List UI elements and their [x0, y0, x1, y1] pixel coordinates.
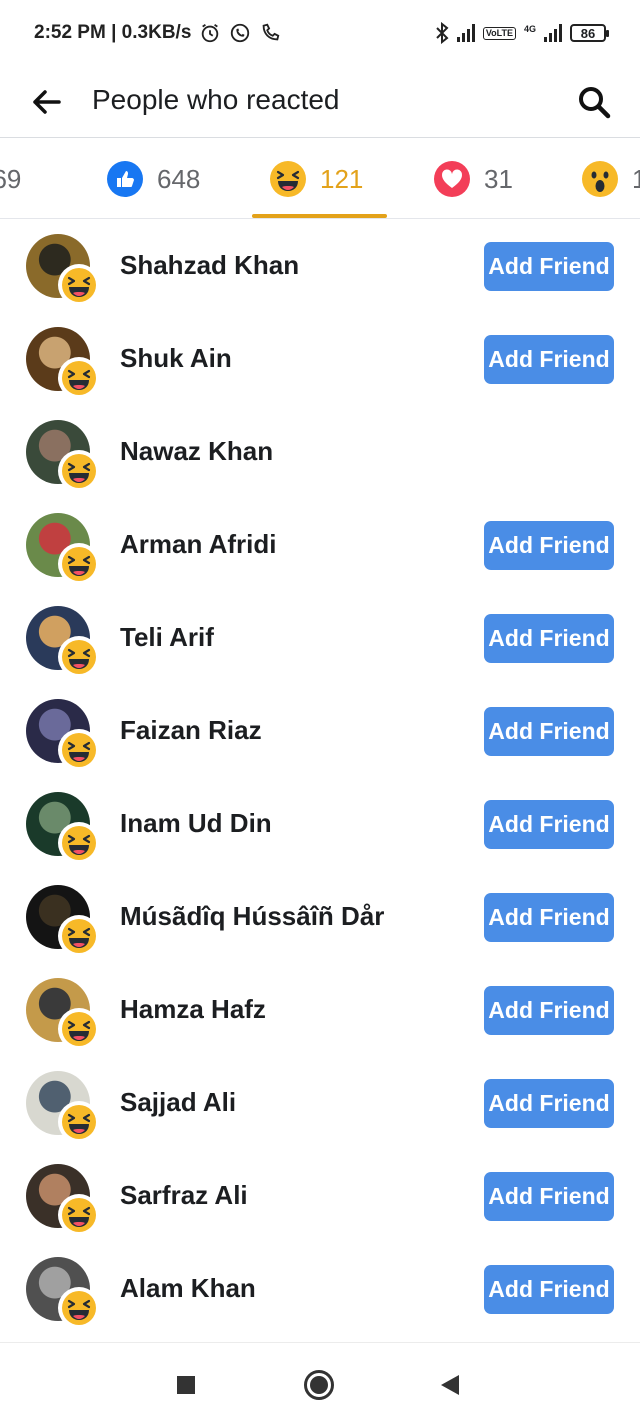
haha-icon: [58, 729, 100, 771]
add-friend-button[interactable]: Add Friend: [484, 707, 614, 756]
haha-icon: [58, 822, 100, 864]
call-icon: [263, 23, 280, 41]
home-button[interactable]: [299, 1365, 339, 1405]
list-item[interactable]: Sarfraz Ali Add Friend: [0, 1150, 640, 1243]
person-name[interactable]: Sarfraz Ali: [120, 1180, 248, 1211]
back-nav-button[interactable]: [430, 1365, 470, 1405]
status-bar: 2:52 PM | 0.3KB/s VoLTE 4G 86: [0, 0, 640, 66]
haha-icon: [58, 450, 100, 492]
add-friend-button[interactable]: Add Friend: [484, 1079, 614, 1128]
status-time: 2:52 PM | 0.3KB/s: [34, 22, 192, 43]
list-item[interactable]: Arman Afridi Add Friend: [0, 499, 640, 592]
people-list: Shahzad Khan Add Friend Shuk Ain Add Friend…: [0, 220, 640, 1336]
person-name[interactable]: Hamza Hafz: [120, 994, 266, 1025]
add-friend-button[interactable]: Add Friend: [484, 521, 614, 570]
status-right: VoLTE 4G 86: [435, 22, 609, 44]
add-friend-button[interactable]: Add Friend: [484, 242, 614, 291]
list-item[interactable]: Músãdîq Hússâîñ Dår Add Friend: [0, 871, 640, 964]
back-button[interactable]: [28, 84, 64, 120]
haha-icon: [58, 1008, 100, 1050]
tab-wow[interactable]: 1: [582, 139, 640, 218]
tab-all[interactable]: 369: [0, 139, 22, 218]
person-name[interactable]: Alam Khan: [120, 1273, 256, 1304]
tab-count: 648: [157, 163, 201, 194]
add-friend-button[interactable]: Add Friend: [484, 986, 614, 1035]
list-item[interactable]: Faizan Riaz Add Friend: [0, 685, 640, 778]
alarm-icon: [202, 23, 219, 43]
add-friend-button[interactable]: Add Friend: [484, 335, 614, 384]
search-button[interactable]: [574, 82, 614, 122]
list-item[interactable]: Teli Arif Add Friend: [0, 592, 640, 685]
list-item[interactable]: Shahzad Khan Add Friend: [0, 220, 640, 313]
person-name[interactable]: Faizan Riaz: [120, 715, 262, 746]
tab-count: 369: [0, 163, 22, 194]
square-icon: [177, 1376, 195, 1394]
person-name[interactable]: Músãdîq Hússâîñ Dår: [120, 901, 384, 932]
add-friend-button[interactable]: Add Friend: [484, 1172, 614, 1221]
network-gen: 4G: [523, 23, 536, 34]
person-name[interactable]: Shahzad Khan: [120, 250, 299, 281]
add-friend-button[interactable]: Add Friend: [484, 1265, 614, 1314]
triangle-icon: [441, 1375, 459, 1395]
battery-level: 86: [580, 25, 596, 41]
person-name[interactable]: Inam Ud Din: [120, 808, 272, 839]
haha-icon: [58, 1101, 100, 1143]
list-item[interactable]: Nawaz Khan: [0, 406, 640, 499]
person-name[interactable]: Nawaz Khan: [120, 436, 273, 467]
tab-count: 121: [320, 163, 364, 194]
list-item[interactable]: Sajjad Ali Add Friend: [0, 1057, 640, 1150]
app-header: People who reacted: [0, 66, 640, 138]
add-friend-button[interactable]: Add Friend: [484, 614, 614, 663]
tab-like[interactable]: 648: [107, 139, 201, 218]
signal-icon: [456, 24, 475, 42]
person-name[interactable]: Teli Arif: [120, 622, 214, 653]
active-tab-indicator: [252, 214, 387, 218]
tab-count: 31: [484, 163, 513, 194]
tab-haha[interactable]: 121: [270, 139, 364, 218]
haha-icon: [58, 357, 100, 399]
search-icon: [579, 87, 611, 119]
haha-icon: [58, 1194, 100, 1236]
back-arrow-icon: [33, 90, 61, 114]
haha-icon: [58, 636, 100, 678]
person-name[interactable]: Shuk Ain: [120, 343, 232, 374]
whatsapp-icon: [231, 23, 250, 43]
haha-icon: [58, 264, 100, 306]
status-left: 2:52 PM | 0.3KB/s: [34, 22, 281, 44]
person-name[interactable]: Arman Afridi: [120, 529, 277, 560]
reaction-tabs: 369 648 121 31 1: [0, 139, 640, 219]
system-nav-bar: [0, 1342, 640, 1422]
add-friend-button[interactable]: Add Friend: [484, 893, 614, 942]
haha-icon: [270, 161, 306, 197]
battery-icon: 86: [570, 24, 609, 42]
love-icon: [434, 161, 470, 197]
like-icon: [107, 161, 143, 197]
list-item[interactable]: Hamza Hafz Add Friend: [0, 964, 640, 1057]
haha-icon: [58, 915, 100, 957]
volte-badge: VoLTE: [482, 26, 516, 40]
wow-icon: [582, 161, 618, 197]
recents-button[interactable]: [166, 1365, 206, 1405]
tab-love[interactable]: 31: [434, 139, 513, 218]
list-item[interactable]: Alam Khan Add Friend: [0, 1243, 640, 1336]
haha-icon: [58, 1287, 100, 1329]
tab-count: 1: [632, 164, 640, 195]
bluetooth-icon: [436, 22, 449, 44]
circle-icon: [304, 1370, 334, 1400]
haha-icon: [58, 543, 100, 585]
list-item[interactable]: Inam Ud Din Add Friend: [0, 778, 640, 871]
person-name[interactable]: Sajjad Ali: [120, 1087, 236, 1118]
add-friend-button[interactable]: Add Friend: [484, 800, 614, 849]
page-title: People who reacted: [92, 84, 340, 115]
list-item[interactable]: Shuk Ain Add Friend: [0, 313, 640, 406]
signal-icon-2: [544, 24, 562, 42]
